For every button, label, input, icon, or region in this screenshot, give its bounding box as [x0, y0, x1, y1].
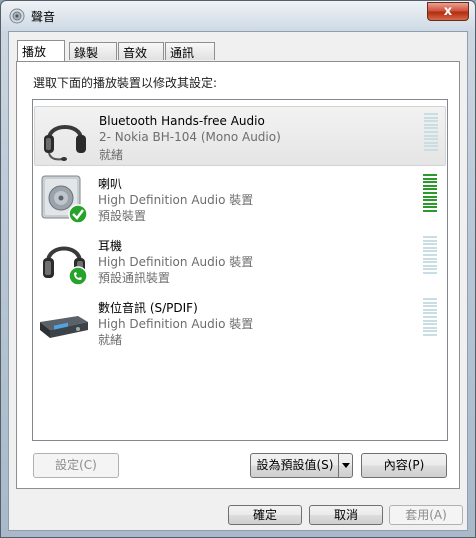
meter-segment: [423, 174, 437, 176]
meter-segment: [424, 123, 438, 126]
meter-segment: [423, 184, 437, 187]
meter-segment: [423, 236, 437, 238]
meter-segment: [423, 301, 437, 304]
meter-segment: [423, 264, 437, 267]
meter-segment: [423, 298, 437, 300]
close-button[interactable]: x: [427, 2, 469, 21]
meter-segment: [423, 195, 437, 198]
chevron-down-icon[interactable]: [338, 454, 352, 477]
meter-segment: [423, 319, 437, 322]
meter-segment: [423, 323, 437, 326]
meter-segment: [423, 250, 437, 253]
meter-segment: [423, 261, 437, 264]
device-item-digital-audio[interactable]: 數位音訊 (S/PDIF) High Definition Audio 裝置 就…: [34, 292, 446, 352]
sound-dialog: 聲音 x 播放 錄製 音效 通訊 選取下面的播放裝置以修改其設定: Blueto…: [0, 0, 476, 538]
meter-segment: [423, 334, 437, 336]
device-description: High Definition Audio 裝置: [98, 255, 254, 269]
meter-segment: [424, 120, 438, 123]
title-bar[interactable]: 聲音 x: [1, 1, 475, 31]
meter-segment: [424, 141, 438, 144]
set-default-label: 設為預設值(S): [256, 458, 334, 472]
headset-icon: [44, 125, 86, 161]
device-status: 就緒: [99, 148, 124, 162]
meter-segment: [423, 308, 437, 311]
phone-badge-icon: [68, 266, 88, 286]
device-name: 數位音訊 (S/PDIF): [98, 301, 198, 315]
meter-segment: [423, 272, 437, 274]
meter-segment: [423, 257, 437, 260]
meter-segment: [423, 326, 437, 329]
check-badge-icon: [68, 204, 88, 224]
level-meter: [423, 298, 437, 338]
meter-segment: [424, 149, 438, 151]
ok-button[interactable]: 確定: [228, 505, 302, 525]
level-meter: [423, 236, 437, 276]
digital-audio-device-icon: [40, 316, 88, 338]
meter-segment: [423, 268, 437, 271]
device-name: 耳機: [98, 239, 123, 253]
meter-segment: [423, 177, 437, 180]
meter-segment: [423, 206, 437, 209]
apply-button[interactable]: 套用(A): [389, 505, 463, 525]
meter-segment: [423, 181, 437, 184]
meter-segment: [424, 145, 438, 148]
meter-segment: [423, 199, 437, 202]
meter-segment: [424, 138, 438, 141]
tab-communications[interactable]: 通訊: [165, 42, 215, 60]
meter-segment: [424, 131, 438, 133]
device-description: 2- Nokia BH-104 (Mono Audio): [99, 130, 281, 144]
device-item-bluetooth-handsfree[interactable]: Bluetooth Hands-free Audio 2- Nokia BH-1…: [34, 106, 446, 166]
device-name: 喇叭: [98, 177, 123, 191]
meter-segment: [423, 254, 437, 256]
device-item-headphones[interactable]: 耳機 High Definition Audio 裝置 預設通訊裝置: [34, 230, 446, 290]
device-item-speakers[interactable]: 喇叭 High Definition Audio 裝置 預設裝置: [34, 168, 446, 228]
instruction-label: 選取下面的播放裝置以修改其設定:: [33, 76, 218, 90]
meter-segment: [423, 188, 437, 191]
level-meter: [423, 174, 437, 214]
set-default-split-button[interactable]: 設為預設值(S): [250, 453, 353, 478]
device-status: 就緒: [98, 333, 123, 347]
meter-segment: [423, 312, 437, 315]
device-status: 預設通訊裝置: [98, 271, 171, 285]
device-name: Bluetooth Hands-free Audio: [99, 114, 265, 128]
meter-segment: [423, 330, 437, 333]
window-title: 聲音: [31, 10, 56, 24]
meter-segment: [423, 243, 437, 246]
tab-playback[interactable]: 播放: [17, 40, 65, 61]
meter-segment: [424, 116, 438, 119]
meter-segment: [424, 127, 438, 130]
meter-segment: [424, 134, 438, 137]
meter-segment: [423, 246, 437, 249]
device-description: High Definition Audio 裝置: [98, 317, 254, 331]
level-meter: [424, 113, 438, 153]
meter-segment: [423, 316, 437, 318]
meter-segment: [423, 202, 437, 205]
device-list[interactable]: Bluetooth Hands-free Audio 2- Nokia BH-1…: [32, 99, 448, 441]
dialog-body: 播放 錄製 音效 通訊 選取下面的播放裝置以修改其設定: Bluetooth H…: [8, 31, 468, 531]
meter-segment: [423, 239, 437, 242]
tab-recording[interactable]: 錄製: [69, 42, 117, 60]
device-description: High Definition Audio 裝置: [98, 193, 254, 207]
speaker-title-icon: [9, 8, 25, 24]
properties-button[interactable]: 內容(P): [361, 453, 447, 478]
meter-segment: [423, 192, 437, 194]
meter-segment: [423, 210, 437, 212]
configure-button[interactable]: 設定(C): [33, 453, 119, 478]
device-status: 預設裝置: [98, 209, 147, 223]
cancel-button[interactable]: 取消: [309, 505, 383, 525]
tab-sounds[interactable]: 音效: [118, 42, 164, 60]
meter-segment: [424, 113, 438, 115]
playback-panel: 選取下面的播放裝置以修改其設定: Bluetooth Hands-free Au…: [16, 61, 460, 489]
meter-segment: [423, 305, 437, 308]
